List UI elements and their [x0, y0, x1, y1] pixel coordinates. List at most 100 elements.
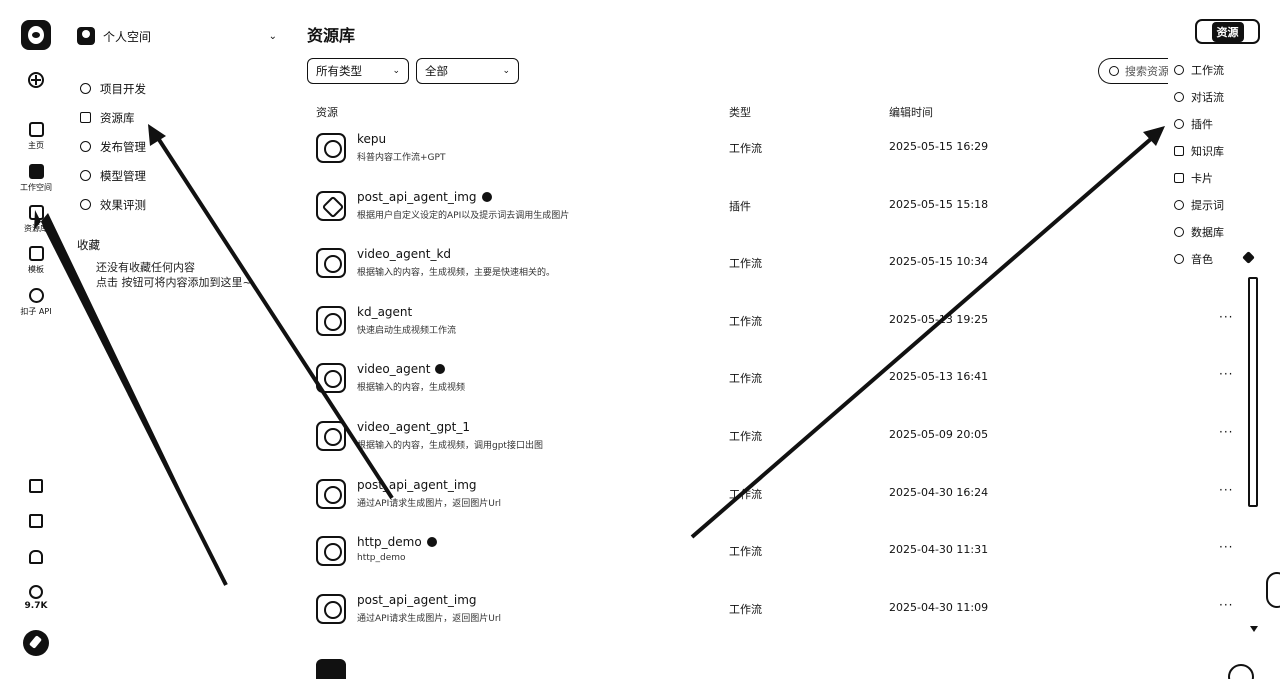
- rail-item-home[interactable]: 主页: [0, 122, 72, 151]
- more-actions-button[interactable]: ···: [1219, 598, 1233, 612]
- rail-item-workspace[interactable]: 工作空间: [0, 164, 72, 193]
- sidebar-item-models[interactable]: 模型管理: [80, 161, 146, 190]
- table-row[interactable]: video_agent_gpt_1 根据输入的内容，生成视频，调用gpt接口出图 工…: [314, 415, 1244, 472]
- sidebar-item-label: 资源库: [100, 110, 135, 125]
- table-row[interactable]: post_api_agent_img 通过API请求生成图片，返回图片Url 工作流…: [314, 473, 1244, 530]
- more-actions-button[interactable]: ···: [1219, 367, 1233, 381]
- user-avatar[interactable]: [23, 630, 49, 656]
- resource-description: 根据输入的内容，生成视频，主要是快速相关的。: [357, 268, 556, 279]
- resource-name-wrap: post_api_agent_img: [357, 478, 477, 492]
- more-actions-button[interactable]: ···: [1219, 483, 1233, 497]
- workspace-avatar: [77, 27, 95, 45]
- resource-name-wrap: kd_agent: [357, 305, 412, 319]
- home-icon: [28, 122, 44, 137]
- sidebar-item-publish[interactable]: 发布管理: [80, 132, 146, 161]
- table-row[interactable]: video_agent_kd 根据输入的内容，生成视频，主要是快速相关的。 工作流 2…: [314, 242, 1244, 299]
- workflow-icon: [1174, 64, 1184, 75]
- apps-button[interactable]: [0, 479, 72, 495]
- resource-edited-time: 2025-04-30 11:31: [889, 543, 989, 557]
- table-row[interactable]: video_agent 根据输入的内容，生成视频 工作流 2025-05-13 16:…: [314, 357, 1244, 414]
- table-row[interactable]: post_api_agent_img 根据用户自定义设定的API以及提示词去调用生…: [314, 185, 1244, 242]
- sidebar-item-library[interactable]: 资源库: [80, 103, 146, 132]
- menu-item-database[interactable]: 数据库: [1168, 218, 1256, 245]
- resource-description: 根据用户自定义设定的API以及提示词去调用生成图片: [357, 210, 570, 221]
- sidebar-item-project[interactable]: 项目开发: [80, 74, 146, 103]
- favorites-empty-text: 还没有收藏任何内容 点击 按钮可将内容添加到这里~: [96, 260, 252, 290]
- workflow-icon: [316, 305, 346, 336]
- resource-name: video_agent: [357, 362, 431, 377]
- column-header-resource: 资源: [316, 106, 338, 119]
- resource-name: http_demo: [357, 535, 422, 550]
- more-actions-button[interactable]: ···: [1219, 540, 1233, 554]
- rail-item-template[interactable]: 模板: [0, 246, 72, 275]
- notifications-button[interactable]: [0, 550, 72, 566]
- menu-item-plugin[interactable]: 插件: [1168, 110, 1256, 137]
- workflow-icon: [316, 363, 346, 394]
- github-star-button[interactable]: 9.7K: [0, 585, 72, 611]
- plugin-icon: [316, 190, 346, 221]
- more-actions-button[interactable]: ···: [1219, 425, 1233, 439]
- rail-item-library[interactable]: 资源库: [0, 205, 72, 234]
- resource-name: post_api_agent_img: [357, 592, 477, 607]
- sidebar-item-evaluate[interactable]: 效果评测: [80, 190, 146, 219]
- add-resource-label: 资源: [1211, 21, 1244, 42]
- workflow-icon: [316, 593, 346, 624]
- resource-name: post_api_agent_img: [357, 477, 477, 492]
- resource-library-main: 资源库 所有类型 ⌄ 全部 ⌄ 搜索资源 资源 资源 类型 编辑时间 kepu 科…: [290, 0, 1280, 679]
- menu-item-workflow[interactable]: 工作流: [1168, 56, 1256, 83]
- star-icon: [29, 585, 43, 599]
- add-resource-button[interactable]: 资源: [1195, 19, 1260, 44]
- menu-item-label: 音色: [1191, 252, 1213, 266]
- api-icon: [28, 288, 44, 303]
- resource-type: 工作流: [729, 545, 762, 559]
- docs-button[interactable]: [0, 514, 72, 530]
- table-row[interactable]: kd_agent 快速启动生成视频工作流 工作流 2025-05-13 19:25 ··…: [314, 300, 1244, 357]
- resource-name: post_api_agent_img: [357, 189, 477, 204]
- resource-description: 快速启动生成视频工作流: [357, 325, 457, 336]
- menu-item-prompt[interactable]: 提示词: [1168, 191, 1256, 218]
- resource-description: 通过API请求生成图片，返回图片Url: [357, 613, 502, 624]
- menu-item-knowledge[interactable]: 知识库: [1168, 137, 1256, 164]
- resource-name: kd_agent: [357, 304, 413, 319]
- favorites-title: 收藏: [77, 238, 100, 252]
- create-plus-icon[interactable]: [28, 72, 44, 88]
- resource-name-wrap: video_agent: [357, 362, 446, 377]
- more-actions-button[interactable]: ···: [1219, 310, 1233, 324]
- rail-item-api[interactable]: 扣子 API: [0, 288, 72, 317]
- resource-name-wrap: http_demo: [357, 535, 437, 549]
- star-count: 9.7K: [24, 601, 48, 611]
- resource-name-wrap: kepu: [357, 132, 386, 146]
- resource-name-wrap: post_api_agent_img: [357, 190, 492, 204]
- scrollbar[interactable]: [1248, 277, 1258, 507]
- scope-filter-select[interactable]: 全部 ⌄: [416, 58, 519, 84]
- rocket-icon: [80, 141, 91, 152]
- search-input[interactable]: 搜索资源: [1098, 58, 1178, 84]
- plugin-icon: [1174, 118, 1184, 129]
- chevron-down-icon: ⌄: [502, 66, 510, 76]
- resource-type: 工作流: [729, 430, 762, 443]
- chevron-down-icon: ⌄: [268, 30, 277, 42]
- document-icon: [29, 514, 43, 528]
- workspace-sidebar: 个人空间 ⌄ 项目开发 资源库 发布管理 模型管理 效果评测 收藏 还没有收藏任…: [72, 0, 290, 679]
- table-row[interactable]: kepu 科普内容工作流+GPT 工作流 2025-05-15 16:29: [314, 127, 1244, 184]
- page-title: 资源库: [307, 26, 356, 45]
- menu-item-chatflow[interactable]: 对话流: [1168, 83, 1256, 110]
- resource-edited-time: 2025-05-09 20:05: [889, 428, 989, 441]
- type-filter-value: 所有类型: [316, 64, 362, 78]
- rail-label: 工作空间: [20, 183, 52, 192]
- side-float-button[interactable]: [1266, 572, 1280, 608]
- type-filter-select[interactable]: 所有类型 ⌄: [307, 58, 409, 84]
- library-icon: [80, 112, 91, 123]
- app-logo[interactable]: [21, 20, 51, 50]
- menu-item-label: 知识库: [1191, 144, 1224, 158]
- menu-item-label: 数据库: [1191, 225, 1224, 239]
- voice-icon: [1174, 253, 1184, 264]
- workflow-icon: [316, 536, 346, 567]
- resource-name-wrap: post_api_agent_img: [357, 593, 477, 607]
- table-row[interactable]: post_api_agent_img 通过API请求生成图片，返回图片Url 工作流…: [314, 588, 1244, 645]
- table-row[interactable]: http_demo http_demo 工作流 2025-04-30 11:31 ···: [314, 530, 1244, 587]
- resource-name-wrap: video_agent_gpt_1: [357, 420, 470, 434]
- verified-badge-icon: [435, 364, 446, 375]
- workspace-switcher[interactable]: 个人空间 ⌄: [77, 26, 277, 46]
- menu-item-card[interactable]: 卡片: [1168, 164, 1256, 191]
